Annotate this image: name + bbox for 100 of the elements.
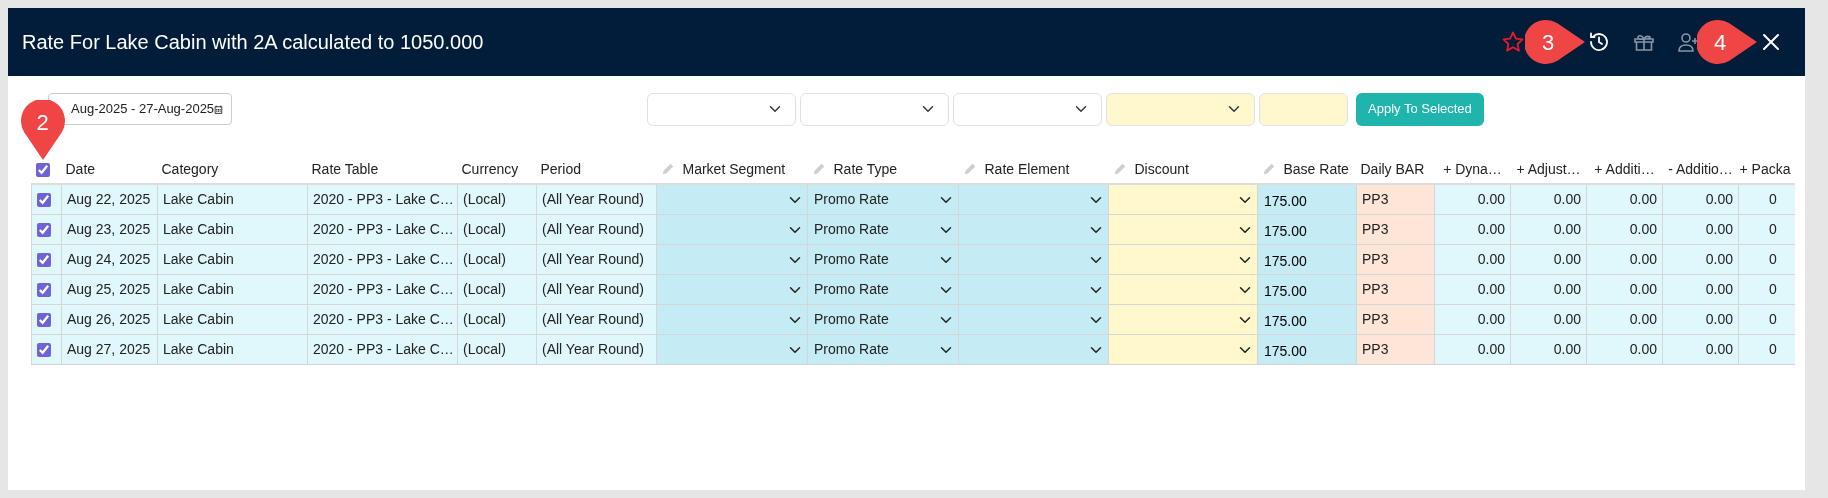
- table-cell: 0.00: [1586, 274, 1663, 305]
- dropdown[interactable]: [959, 275, 1108, 304]
- table-cell: (Local): [457, 214, 537, 245]
- table-cell: 0.00: [1662, 334, 1739, 365]
- dropdown[interactable]: [959, 185, 1108, 214]
- column-header: + Packa: [1739, 161, 1791, 177]
- star-icon[interactable]: [1501, 30, 1525, 54]
- rate-field[interactable]: 175.00: [1258, 305, 1356, 334]
- dropdown[interactable]: [657, 245, 807, 274]
- dropdown[interactable]: Promo Rate: [808, 245, 958, 274]
- rate-field[interactable]: 175.00: [1258, 245, 1356, 274]
- rate-field[interactable]: 175.00: [1258, 215, 1356, 244]
- history-icon[interactable]: [1587, 30, 1611, 54]
- rate-field[interactable]: 175.00: [1258, 185, 1356, 214]
- table-cell: Lake Cabin: [157, 304, 308, 335]
- table-cell: Aug 24, 2025: [61, 244, 158, 275]
- table-cell: (Local): [457, 304, 537, 335]
- column-header: Rate Type: [833, 161, 898, 177]
- dropdown[interactable]: [1109, 335, 1257, 364]
- column-header: Category: [161, 161, 219, 177]
- dropdown[interactable]: [657, 305, 807, 334]
- dropdown[interactable]: [1109, 245, 1257, 274]
- table-cell: 0.00: [1586, 304, 1663, 335]
- table-cell: 0.00: [1434, 274, 1511, 305]
- dropdown[interactable]: [1106, 92, 1255, 126]
- dropdown[interactable]: [657, 275, 807, 304]
- row-checkbox[interactable]: [37, 282, 51, 297]
- table-cell: 0.00: [1662, 214, 1739, 245]
- dropdown[interactable]: Promo Rate: [808, 185, 958, 214]
- column-header: Market Segment: [682, 161, 786, 177]
- table-cell: 0.00: [1510, 244, 1587, 275]
- table-cell: 0.00: [1662, 304, 1739, 335]
- dropdown[interactable]: [953, 92, 1102, 126]
- table-cell: (All Year Round): [536, 214, 657, 245]
- table-cell: 0.00: [1586, 214, 1663, 245]
- table-cell: 0.00: [1434, 214, 1511, 245]
- dropdown[interactable]: [959, 245, 1108, 274]
- table-cell: (Local): [457, 184, 537, 215]
- callout-marker: 4: [1697, 17, 1759, 67]
- table-cell: 0.00: [1662, 184, 1739, 215]
- dropdown[interactable]: Promo Rate: [808, 275, 958, 304]
- table-cell: 0.00: [1434, 304, 1511, 335]
- row-checkbox[interactable]: [37, 252, 51, 267]
- table-cell: 2020 - PP3 - Lake C…: [307, 304, 458, 335]
- text-field[interactable]: [1259, 92, 1348, 126]
- dropdown[interactable]: [1109, 185, 1257, 214]
- table-cell: 0.00: [1510, 274, 1587, 305]
- row-checkbox[interactable]: [37, 192, 51, 207]
- add-user-icon[interactable]: [1676, 30, 1700, 54]
- table-cell: 0: [1738, 184, 1795, 215]
- dropdown[interactable]: [1109, 305, 1257, 334]
- table-cell: 0: [1738, 334, 1795, 365]
- select-all-checkbox[interactable]: [35, 162, 50, 177]
- row-checkbox[interactable]: [37, 342, 51, 357]
- dropdown[interactable]: [959, 335, 1108, 364]
- dropdown[interactable]: [657, 215, 807, 244]
- dropdown[interactable]: Promo Rate: [808, 305, 958, 334]
- row-checkbox[interactable]: [37, 312, 51, 327]
- column-header: Rate Table: [311, 161, 379, 177]
- table-cell: (Local): [457, 274, 537, 305]
- table-cell: 0.00: [1510, 304, 1587, 335]
- column-header: Period: [540, 161, 581, 177]
- table-cell: 0.00: [1662, 274, 1739, 305]
- column-header: Currency: [461, 161, 519, 177]
- table-cell: (All Year Round): [536, 334, 657, 365]
- table-cell: PP3: [1356, 274, 1435, 305]
- column-header: Discount: [1134, 161, 1189, 177]
- dropdown[interactable]: [1109, 275, 1257, 304]
- table-cell: Aug 26, 2025: [61, 304, 158, 335]
- rate-field[interactable]: 175.00: [1258, 275, 1356, 304]
- dropdown[interactable]: [1109, 215, 1257, 244]
- dropdown[interactable]: [657, 335, 807, 364]
- dropdown[interactable]: [647, 92, 796, 126]
- table-cell: 2020 - PP3 - Lake C…: [307, 214, 458, 245]
- dropdown[interactable]: [959, 305, 1108, 334]
- dropdown[interactable]: Promo Rate: [808, 335, 958, 364]
- table-cell: 2020 - PP3 - Lake C…: [307, 274, 458, 305]
- table-cell: (Local): [457, 244, 537, 275]
- row-checkbox[interactable]: [37, 222, 51, 237]
- table-cell: 0: [1738, 304, 1795, 335]
- column-header: Rate Element: [984, 161, 1070, 177]
- table-cell: Aug 25, 2025: [61, 274, 158, 305]
- table-cell: Lake Cabin: [157, 214, 308, 245]
- table-cell: 2020 - PP3 - Lake C…: [307, 244, 458, 275]
- column-header: Base Rate: [1283, 161, 1349, 177]
- column-header: + Adjust…: [1516, 161, 1581, 177]
- rate-field[interactable]: 175.00: [1258, 335, 1356, 364]
- table-cell: (All Year Round): [536, 244, 657, 275]
- column-header: + Dyna…: [1443, 161, 1502, 177]
- dropdown[interactable]: [959, 215, 1108, 244]
- dropdown[interactable]: [800, 92, 949, 126]
- table-cell: PP3: [1356, 184, 1435, 215]
- table-cell: Aug 23, 2025: [61, 214, 158, 245]
- table-cell: 0.00: [1434, 244, 1511, 275]
- dropdown[interactable]: [657, 185, 807, 214]
- table-cell: PP3: [1356, 214, 1435, 245]
- modal-title: Rate For Lake Cabin with 2A calculated to 1050.000: [22, 30, 485, 55]
- dropdown[interactable]: Promo Rate: [808, 215, 958, 244]
- table-cell: PP3: [1356, 244, 1435, 275]
- column-header: Daily BAR: [1360, 161, 1425, 177]
